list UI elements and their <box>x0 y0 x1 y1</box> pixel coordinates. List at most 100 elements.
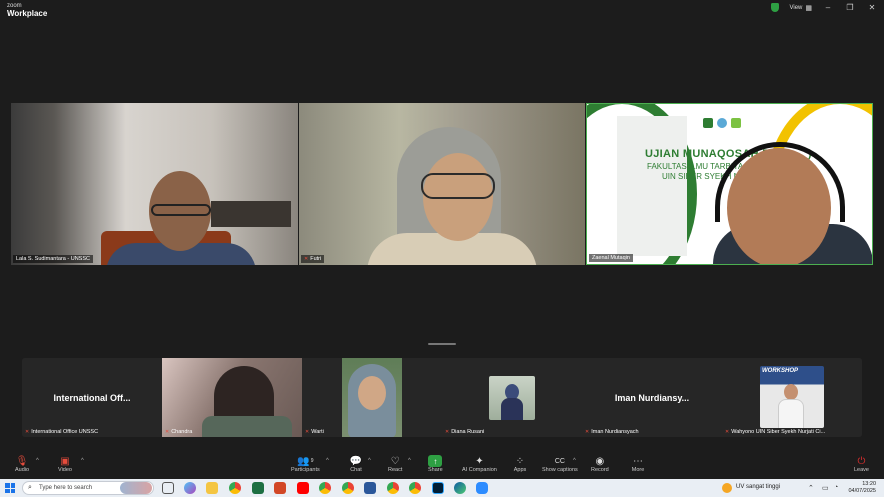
tile-name: Lala S. Sudimantara - UNSSC <box>16 256 90 262</box>
app-brand: zoom Workplace <box>7 3 47 18</box>
restore-icon[interactable]: ❐ <box>844 3 856 12</box>
windows-taskbar: ⌕ Type here to search UV sangat tinggi ⌃… <box>0 479 884 497</box>
gallery-tile-3[interactable]: ✕ Warti <box>302 358 442 437</box>
participants-caret-icon[interactable]: ^ <box>326 458 329 464</box>
zoom-icon[interactable] <box>476 482 488 494</box>
chrome-icon[interactable] <box>229 482 241 494</box>
captions-label: Show captions <box>542 467 578 473</box>
gallery-tile-2[interactable]: ✕ Chandra <box>162 358 302 437</box>
title-bar: zoom Workplace View ▦ – ❐ ✕ <box>0 0 884 20</box>
tile-name: Futri <box>310 256 322 262</box>
chat-button[interactable]: 💬 Chat <box>349 455 363 474</box>
react-button[interactable]: ♡ React <box>388 455 403 474</box>
search-placeholder: Type here to search <box>39 485 93 491</box>
react-label: React <box>388 467 403 473</box>
gallery-tile-1[interactable]: International Off... ✕ International Offi… <box>22 358 162 437</box>
video-button[interactable]: ▣ Video <box>58 455 72 474</box>
gallery-label: ✕ Warti <box>305 429 324 435</box>
mic-muted-icon: ✕ <box>165 429 170 435</box>
slide-building <box>617 116 687 256</box>
copilot-icon[interactable] <box>184 482 196 494</box>
zoom-window: zoom Workplace View ▦ – ❐ ✕ Lala S. Sudi… <box>0 0 884 497</box>
audio-button[interactable]: 🎙 Audio <box>15 455 29 474</box>
ai-label: AI Companion <box>462 467 497 473</box>
share-label: Share <box>428 467 443 473</box>
powerpoint-icon[interactable] <box>274 482 286 494</box>
gallery-tile-6[interactable]: WORKSHOP ✕ Wahyono UIN Siber Syekh Nurjat… <box>722 358 862 437</box>
chat-caret-icon[interactable]: ^ <box>368 458 371 464</box>
participants-label: Participants <box>291 467 320 473</box>
logo-icon <box>703 118 713 128</box>
more-label: More <box>631 467 645 473</box>
captions-caret-icon[interactable]: ^ <box>573 458 576 464</box>
video-caret-icon[interactable]: ^ <box>81 458 84 464</box>
person-body <box>501 398 523 420</box>
chrome-icon[interactable] <box>319 482 331 494</box>
view-label: View <box>789 4 803 11</box>
slide-logos <box>703 118 741 128</box>
ai-companion-button[interactable]: ✦ AI Companion <box>462 455 497 474</box>
mic-off-icon: 🎙 <box>15 455 29 467</box>
tray-network-icon[interactable]: ◔ <box>834 484 838 491</box>
meeting-toolbar: 🎙 Audio ^ ▣ Video ^ 👥 9 Participants ^ 💬 … <box>0 452 884 479</box>
tile-name-bar: Zaenal Mutaqin <box>589 254 633 262</box>
gallery-tile-5[interactable]: Iman Nurdiansy... ✕ Iman Nurdiansyach <box>582 358 722 437</box>
chrome-icon[interactable] <box>409 482 421 494</box>
weather-text[interactable]: UV sangat tinggi <box>736 484 780 490</box>
gallery-tile-4[interactable]: ✕ Diana Rusani <box>442 358 582 437</box>
taskbar-clock[interactable]: 13:20 04/07/2025 <box>848 481 876 495</box>
glasses <box>151 204 211 216</box>
person-head <box>784 384 798 400</box>
leave-button[interactable]: ⏻ Leave <box>854 455 869 474</box>
task-view-icon[interactable] <box>162 482 174 494</box>
excel-icon[interactable] <box>252 482 264 494</box>
close-icon[interactable]: ✕ <box>866 3 878 12</box>
minimize-icon[interactable]: – <box>822 3 834 12</box>
person-face <box>358 376 386 410</box>
tray-chevron-icon[interactable]: ⌃ <box>808 484 814 492</box>
video-tile-2[interactable]: ✕ Futri <box>299 103 585 265</box>
clock-time: 13:20 <box>862 481 876 487</box>
scarf <box>202 416 292 437</box>
participants-count: 9 <box>310 458 314 464</box>
mic-muted-icon: ✕ <box>725 429 730 435</box>
security-shield-icon[interactable] <box>771 3 780 12</box>
gallery-label: ✕ Wahyono UIN Siber Syekh Nurjati Ci... <box>725 429 826 435</box>
logo-icon <box>731 118 741 128</box>
audio-caret-icon[interactable]: ^ <box>36 458 39 464</box>
gallery-display-name: International Off... <box>53 393 131 403</box>
clock-date: 04/07/2025 <box>848 488 876 494</box>
tile-name: Zaenal Mutaqin <box>592 255 630 261</box>
windows-start-icon[interactable] <box>5 483 15 493</box>
workshop-banner: WORKSHOP <box>762 368 798 374</box>
chrome-icon[interactable] <box>387 482 399 494</box>
chrome-icon[interactable] <box>342 482 354 494</box>
sparkle-icon: ✦ <box>475 455 484 467</box>
video-tile-1[interactable]: Lala S. Sudimantara - UNSSC <box>11 103 298 265</box>
video-tile-3[interactable]: UJIAN MUNAQOSAH P) FAKULTAS ILMU TARBIYA… <box>586 103 873 265</box>
video-off-icon: ▣ <box>60 455 70 467</box>
more-icon: ⋯ <box>633 455 643 467</box>
word-icon[interactable] <box>364 482 376 494</box>
wall-shelf <box>211 201 291 227</box>
gallery-label: ✕ Chandra <box>165 429 193 435</box>
edge-icon[interactable] <box>454 482 466 494</box>
view-button[interactable]: View ▦ <box>789 4 812 12</box>
youtube-icon[interactable] <box>297 482 309 494</box>
more-button[interactable]: ⋯ More <box>631 455 645 474</box>
file-explorer-icon[interactable] <box>206 482 218 494</box>
video-frame <box>342 358 402 437</box>
tray-display-icon[interactable]: ▭ <box>822 484 829 492</box>
photoshop-icon[interactable] <box>432 482 444 494</box>
leave-label: Leave <box>854 467 869 473</box>
apps-button[interactable]: ⁘ Apps <box>513 455 527 474</box>
resize-handle[interactable] <box>428 343 456 345</box>
participants-button[interactable]: 👥 9 Participants <box>291 455 320 474</box>
news-widget-icon[interactable] <box>120 482 152 494</box>
react-caret-icon[interactable]: ^ <box>408 458 411 464</box>
share-button[interactable]: ↑ Share <box>428 455 443 473</box>
record-button[interactable]: ◉ Record <box>591 455 609 474</box>
participants-icon: 👥 9 <box>297 455 314 467</box>
search-icon: ⌕ <box>28 484 32 491</box>
mic-muted-icon: ✕ <box>305 429 310 435</box>
